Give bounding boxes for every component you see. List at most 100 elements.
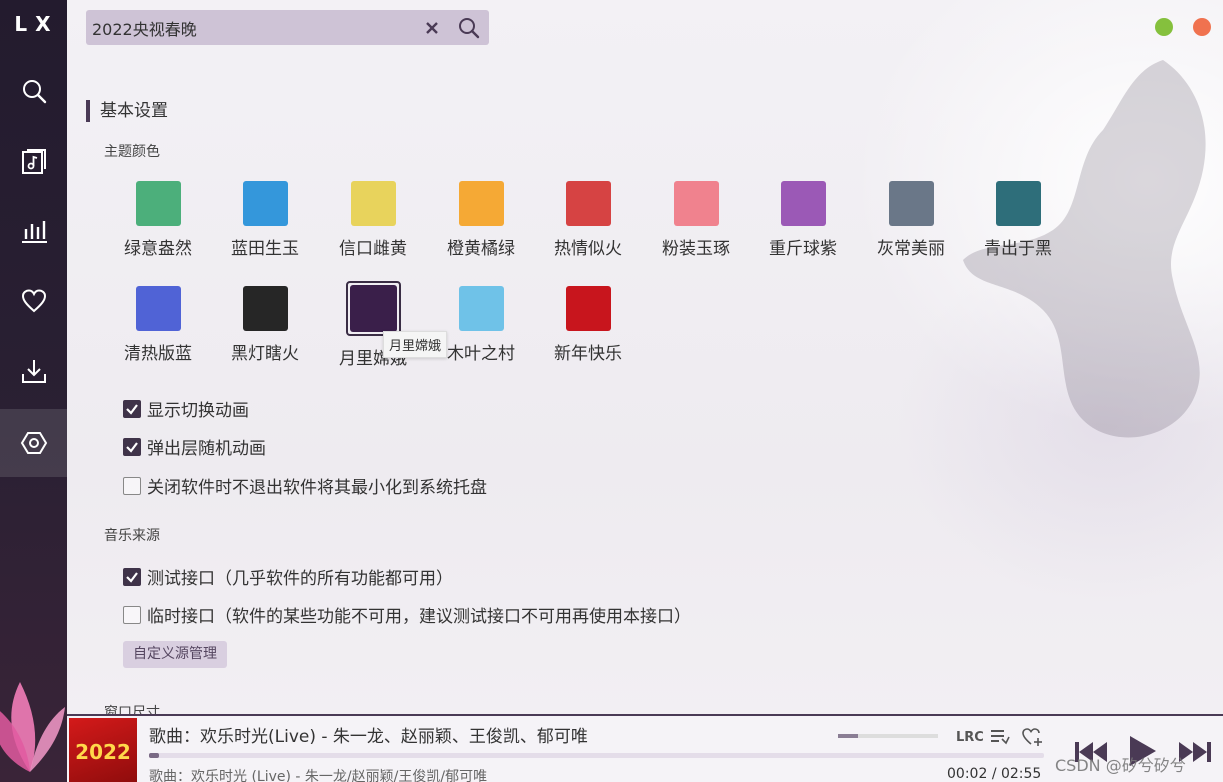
theme-name: 清热版蓝: [124, 344, 192, 364]
theme-swatch: [135, 286, 181, 331]
lyrics-toggle-button[interactable]: LRC: [956, 728, 984, 746]
theme-color-label: 主题颜色: [104, 144, 160, 160]
theme-option[interactable]: 灰常美丽: [861, 181, 961, 259]
theme-swatch-frame: [215, 181, 315, 226]
theme-option[interactable]: 橙黄橘绿: [431, 181, 531, 259]
option-label: 显示切换动画: [147, 401, 249, 421]
checkbox-checked[interactable]: [123, 437, 141, 456]
theme-option[interactable]: 清热版蓝: [108, 286, 208, 364]
theme-name: 青出于黑: [984, 239, 1052, 259]
playlist-button[interactable]: [989, 727, 1011, 747]
option-show-transition[interactable]: 显示切换动画: [123, 396, 249, 421]
heart-icon: [21, 289, 46, 313]
custom-source-manage-button[interactable]: 自定义源管理: [123, 641, 227, 668]
theme-option[interactable]: 信口雌黄: [323, 181, 423, 259]
theme-swatch-frame: [323, 181, 423, 226]
close-icon: [426, 22, 438, 34]
theme-swatch: [242, 286, 288, 331]
theme-swatch: [673, 181, 719, 226]
song-subtitle: 歌曲：欢乐时光 (Live) - 朱一龙/赵丽颖/王俊凯/郁可唯: [149, 769, 488, 782]
theme-option[interactable]: 绿意盎然: [108, 181, 208, 259]
check-icon: [126, 441, 138, 453]
theme-option[interactable]: 黑灯瞎火: [215, 286, 315, 364]
volume-fill: [838, 734, 858, 738]
album-cover[interactable]: 2022: [69, 718, 137, 782]
search-bar: [86, 10, 489, 45]
check-icon: [126, 571, 138, 583]
source-label: 测试接口（几乎软件的所有功能都可用）: [147, 569, 453, 589]
checkbox-unchecked[interactable]: [123, 476, 141, 495]
theme-option[interactable]: 粉装玉琢: [646, 181, 746, 259]
progress-bar[interactable]: [149, 753, 1044, 758]
close-window-button[interactable]: [1193, 18, 1211, 36]
theme-swatch: [135, 181, 181, 226]
theme-swatch: [458, 286, 504, 331]
sidebar-item-favorites[interactable]: [0, 267, 67, 335]
source-test-api[interactable]: 测试接口（几乎软件的所有功能都可用）: [123, 564, 453, 589]
time-separator: /: [991, 766, 997, 782]
theme-name: 蓝田生玉: [231, 239, 299, 259]
cover-text: 2022: [75, 740, 131, 764]
option-random-popup-animation[interactable]: 弹出层随机动画: [123, 434, 266, 459]
theme-option[interactable]: 热情似火: [538, 181, 638, 259]
theme-option[interactable]: 青出于黑: [968, 181, 1068, 259]
sidebar-item-leaderboard[interactable]: [0, 197, 67, 265]
theme-option[interactable]: 蓝田生玉: [215, 181, 315, 259]
theme-swatch-frame: [108, 286, 208, 331]
heart-plus-icon: [1022, 728, 1042, 746]
theme-name: 信口雌黄: [339, 239, 407, 259]
watermark: CSDN @矽兮矽兮: [1055, 756, 1186, 775]
clear-search-button[interactable]: [420, 16, 444, 40]
theme-swatch: [995, 181, 1041, 226]
sidebar-item-search[interactable]: [0, 57, 67, 125]
current-time: 00:02: [947, 766, 988, 782]
theme-swatch-frame: [108, 181, 208, 226]
add-favorite-button[interactable]: [1021, 727, 1043, 747]
theme-name: 热情似火: [554, 239, 622, 259]
checkbox-checked[interactable]: [123, 399, 141, 418]
checkbox-unchecked[interactable]: [123, 605, 141, 624]
app-logo: LX: [14, 12, 59, 36]
theme-swatch: [565, 286, 611, 331]
theme-name: 橙黄橘绿: [447, 239, 515, 259]
window-size-label: 窗口尺寸: [104, 705, 160, 714]
source-temp-api[interactable]: 临时接口（软件的某些功能不可用，建议测试接口不可用再使用本接口）: [123, 602, 691, 627]
theme-swatch-frame: [431, 181, 531, 226]
music-list-icon: [21, 149, 46, 174]
search-button[interactable]: [456, 15, 482, 41]
theme-swatch: [888, 181, 934, 226]
theme-swatch-frame: [646, 181, 746, 226]
minimize-button[interactable]: [1155, 18, 1173, 36]
settings-icon: [20, 432, 47, 454]
music-source-label: 音乐来源: [104, 528, 160, 544]
theme-swatch: [565, 181, 611, 226]
option-minimize-to-tray[interactable]: 关闭软件时不退出软件将其最小化到系统托盘: [123, 473, 487, 498]
theme-option[interactable]: 重斤球紫: [753, 181, 853, 259]
theme-swatch-frame: [538, 181, 638, 226]
theme-name: 新年快乐: [554, 344, 622, 364]
theme-name: 灰常美丽: [877, 239, 945, 259]
section-title-basic-settings: 基本设置: [86, 100, 168, 122]
bar-chart-icon: [21, 221, 47, 243]
background: [67, 0, 1223, 782]
volume-slider[interactable]: [838, 734, 938, 738]
theme-swatch-frame: [215, 286, 315, 331]
song-title: 歌曲：欢乐时光(Live) - 朱一龙、赵丽颖、王俊凯、郁可唯: [149, 727, 588, 747]
option-label: 弹出层随机动画: [147, 439, 266, 459]
theme-swatch-frame: [431, 286, 531, 331]
sidebar-item-song-list[interactable]: [0, 127, 67, 195]
checkbox-checked[interactable]: [123, 567, 141, 586]
theme-swatch-frame: [861, 181, 961, 226]
download-icon: [21, 360, 46, 383]
search-input[interactable]: [92, 10, 412, 45]
theme-name: 绿意盎然: [124, 239, 192, 259]
theme-swatch: [349, 285, 397, 332]
sidebar-item-download[interactable]: [0, 337, 67, 405]
theme-option[interactable]: 新年快乐: [538, 286, 638, 364]
time-display: 00:02 / 02:55: [947, 766, 1041, 782]
sidebar-item-settings[interactable]: [0, 409, 67, 477]
theme-swatch: [780, 181, 826, 226]
playlist-icon: [991, 730, 1010, 745]
check-icon: [126, 403, 138, 415]
theme-name: 重斤球紫: [769, 239, 837, 259]
